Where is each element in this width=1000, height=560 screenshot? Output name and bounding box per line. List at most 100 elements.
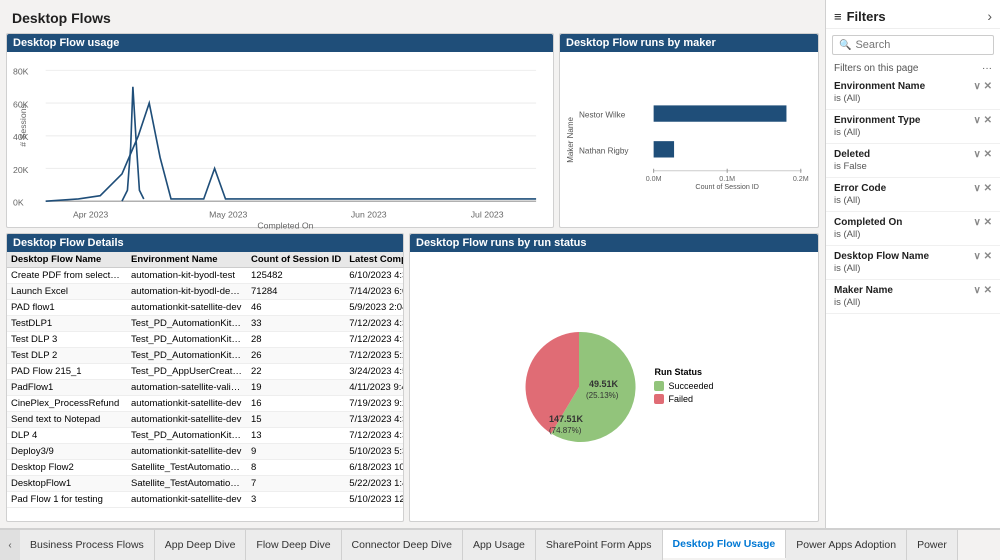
table-cell: Test_PD_AutomationKit_Satellite xyxy=(127,332,247,348)
table-cell: 3/24/2023 4:59:15 AM xyxy=(345,364,403,380)
table-cell: 7/12/2023 5:21:34 AM xyxy=(345,348,403,364)
filters-sidebar: ≡ Filters › 🔍 Filters on this page ··· E… xyxy=(825,0,1000,528)
filter-item[interactable]: Completed On ∨ ✕ is (All) xyxy=(826,212,1000,246)
svg-text:80K: 80K xyxy=(13,67,29,77)
table-cell: Deploy3/9 xyxy=(7,444,127,460)
sidebar-title: ≡ Filters xyxy=(834,9,886,24)
table-cell: Test DLP 3 xyxy=(7,332,127,348)
table-cell: TestDLP1 xyxy=(7,316,127,332)
table-cell: 8 xyxy=(247,460,345,476)
table-cell: Desktop Flow2 xyxy=(7,460,127,476)
table-cell: 6/18/2023 10:30:24 AM xyxy=(345,460,403,476)
table-cell: 22 xyxy=(247,364,345,380)
svg-text:May 2023: May 2023 xyxy=(209,210,247,220)
table-cell: PadFlow1 xyxy=(7,380,127,396)
filter-icons: ∨ ✕ xyxy=(974,285,992,296)
table-row[interactable]: Pad Flow 1 for testingautomationkit-sate… xyxy=(7,492,403,508)
filter-value: is (All) xyxy=(834,263,992,274)
svg-text:Jun 2023: Jun 2023 xyxy=(351,210,387,220)
table-row[interactable]: Deploy3/9automationkit-satellite-dev95/1… xyxy=(7,444,403,460)
desktop-flow-table[interactable]: Desktop Flow Name Environment Name Count… xyxy=(7,252,403,521)
filter-item[interactable]: Maker Name ∨ ✕ is (All) xyxy=(826,280,1000,314)
filter-name: Completed On ∨ ✕ xyxy=(834,217,992,228)
svg-text:0.2M: 0.2M xyxy=(793,175,809,183)
page-title: Desktop Flows xyxy=(6,6,819,28)
table-cell: automationkit-satellite-dev xyxy=(127,412,247,428)
filter-icons: ∨ ✕ xyxy=(974,251,992,262)
table-cell: Create PDF from selected PDF page(s) - C… xyxy=(7,268,127,284)
table-row[interactable]: PAD Flow 215_1Test_PD_AppUserCreation223… xyxy=(7,364,403,380)
maker-y-label: Maker Name xyxy=(566,117,575,163)
table-row[interactable]: Test DLP 2Test_PD_AutomationKit_Satellit… xyxy=(7,348,403,364)
filter-name: Desktop Flow Name ∨ ✕ xyxy=(834,251,992,262)
legend-succeeded: Succeeded xyxy=(654,381,713,391)
table-row[interactable]: PadFlow1automation-satellite-validation1… xyxy=(7,380,403,396)
tab-sharepoint-form-apps[interactable]: SharePoint Form Apps xyxy=(536,530,663,560)
table-cell: DesktopFlow1 xyxy=(7,476,127,492)
table-cell: Test_PD_AutomationKit_Satellite xyxy=(127,428,247,444)
tab-flow-deep-dive[interactable]: Flow Deep Dive xyxy=(246,530,341,560)
table-cell: 7/13/2023 4:30:51 AM xyxy=(345,412,403,428)
table-cell: 7/14/2023 6:09:13 PM xyxy=(345,284,403,300)
filter-name: Maker Name ∨ ✕ xyxy=(834,285,992,296)
tab-business-process-flows[interactable]: Business Process Flows xyxy=(20,530,155,560)
filter-value: is False xyxy=(834,161,992,172)
table-cell: 6/10/2023 4:30:16 AM xyxy=(345,268,403,284)
table-cell: 7/12/2023 4:31:16 AM xyxy=(345,428,403,444)
filter-item[interactable]: Environment Type ∨ ✕ is (All) xyxy=(826,110,1000,144)
tab-nav-back[interactable]: ‹ xyxy=(0,530,20,560)
table-row[interactable]: CinePlex_ProcessRefundautomationkit-sate… xyxy=(7,396,403,412)
table-row[interactable]: PAD flow1automationkit-satellite-dev465/… xyxy=(7,300,403,316)
col-latest: Latest Completed On xyxy=(345,252,403,268)
filter-item[interactable]: Desktop Flow Name ∨ ✕ is (All) xyxy=(826,246,1000,280)
filter-item[interactable]: Deleted ∨ ✕ is False xyxy=(826,144,1000,178)
table-row[interactable]: TestDLP1Test_PD_AutomationKit_Satellite3… xyxy=(7,316,403,332)
svg-text:(25.13%): (25.13%) xyxy=(586,391,619,400)
sidebar-close-button[interactable]: › xyxy=(987,8,992,24)
svg-text:Nathan Rigby: Nathan Rigby xyxy=(579,146,629,155)
table-cell: CinePlex_ProcessRefund xyxy=(7,396,127,412)
filter-list: Environment Name ∨ ✕ is (All) Environmen… xyxy=(826,76,1000,314)
search-input[interactable] xyxy=(855,39,987,51)
table-cell: 7/12/2023 4:32:05 AM xyxy=(345,332,403,348)
filter-icon: ≡ xyxy=(834,9,842,24)
filter-value: is (All) xyxy=(834,127,992,138)
tab-power-apps-adoption[interactable]: Power Apps Adoption xyxy=(786,530,907,560)
tab-app-deep-dive[interactable]: App Deep Dive xyxy=(155,530,247,560)
table-row[interactable]: Send text to Notepadautomationkit-satell… xyxy=(7,412,403,428)
table-cell: automationkit-satellite-dev xyxy=(127,444,247,460)
table-cell: automationkit-satellite-dev xyxy=(127,396,247,412)
filter-search-box[interactable]: 🔍 xyxy=(832,35,994,55)
table-row[interactable]: Create PDF from selected PDF page(s) - C… xyxy=(7,268,403,284)
filter-name: Environment Type ∨ ✕ xyxy=(834,115,992,126)
svg-text:49.51K: 49.51K xyxy=(589,379,619,389)
tab-power[interactable]: Power xyxy=(907,530,958,560)
table-row[interactable]: Launch Excelautomation-kit-byodl-demo712… xyxy=(7,284,403,300)
filter-item[interactable]: Environment Name ∨ ✕ is (All) xyxy=(826,76,1000,110)
table-row[interactable]: DLP 4Test_PD_AutomationKit_Satellite137/… xyxy=(7,428,403,444)
svg-text:Apr 2023: Apr 2023 xyxy=(73,210,108,220)
filter-value: is (All) xyxy=(834,297,992,308)
table-cell: 46 xyxy=(247,300,345,316)
pie-chart-title: Desktop Flow runs by run status xyxy=(410,234,818,252)
table-row[interactable]: DesktopFlow1Satellite_TestAutomationKIT7… xyxy=(7,476,403,492)
table-row[interactable]: Test DLP 3Test_PD_AutomationKit_Satellit… xyxy=(7,332,403,348)
table-cell: Satellite_TestAutomationKIT xyxy=(127,460,247,476)
filter-icons: ∨ ✕ xyxy=(974,183,992,194)
table-cell: 7/12/2023 4:30:45 AM xyxy=(345,316,403,332)
sidebar-header: ≡ Filters › xyxy=(826,0,1000,29)
table-cell: 125482 xyxy=(247,268,345,284)
tab-desktop-flow-usage[interactable]: Desktop Flow Usage xyxy=(663,530,787,558)
tab-connector-deep-dive[interactable]: Connector Deep Dive xyxy=(342,530,463,560)
svg-text:# Sessions: # Sessions xyxy=(18,103,28,146)
table-panel-title: Desktop Flow Details xyxy=(7,234,403,252)
table-cell: Test DLP 2 xyxy=(7,348,127,364)
tab-app-usage[interactable]: App Usage xyxy=(463,530,536,560)
table-row[interactable]: Desktop Flow2Satellite_TestAutomationKIT… xyxy=(7,460,403,476)
table-cell: 4/11/2023 9:40:26 AM xyxy=(345,380,403,396)
filter-item[interactable]: Error Code ∨ ✕ is (All) xyxy=(826,178,1000,212)
table-cell: 3 xyxy=(247,492,345,508)
filter-name: Environment Name ∨ ✕ xyxy=(834,81,992,92)
table-cell: 5/10/2023 12:10:50 PM xyxy=(345,492,403,508)
table-cell: 5/9/2023 2:04:44 PM xyxy=(345,300,403,316)
